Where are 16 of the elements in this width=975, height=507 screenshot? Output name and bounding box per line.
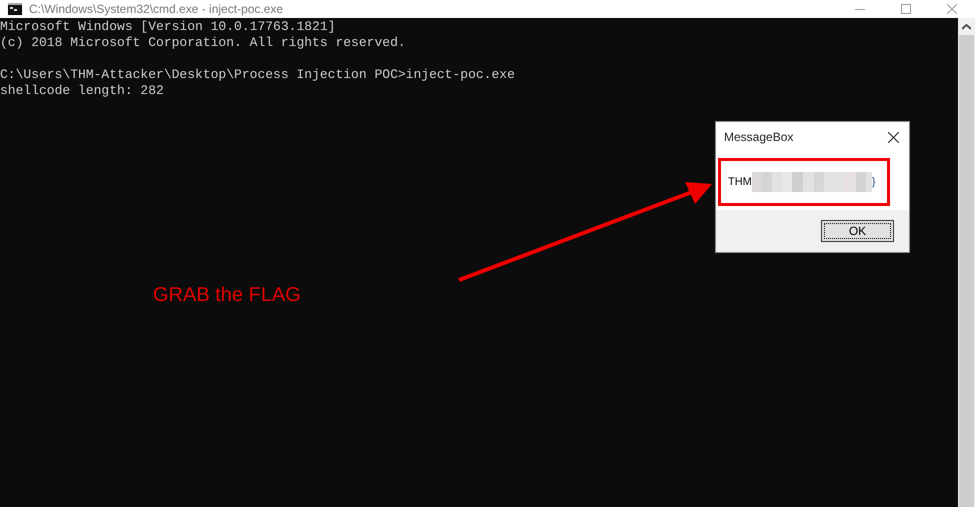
- window-title: C:\Windows\System32\cmd.exe - inject-poc.exe: [29, 3, 284, 15]
- annotation-text: GRAB the FLAG: [153, 283, 301, 308]
- maximize-icon: [901, 4, 911, 14]
- console-line: C:\Users\THM-Attacker\Desktop\Process Injection POC>inject-poc.exe: [0, 67, 515, 82]
- console-app-icon: [8, 3, 22, 15]
- scroll-up-icon[interactable]: [962, 24, 971, 30]
- message-text: }: [872, 174, 876, 190]
- ok-button[interactable]: OK: [821, 220, 894, 242]
- console-line: shellcode length: 282: [0, 83, 164, 98]
- close-icon[interactable]: [888, 132, 899, 142]
- console-line: (c) 2018 Microsoft Corporation. All rights reserved.: [0, 35, 406, 50]
- dialog-title: MessageBox: [724, 129, 794, 146]
- minimize-icon: [855, 8, 865, 10]
- close-icon: [947, 4, 957, 14]
- console-line: Microsoft Windows [Version 10.0.17763.1821]: [0, 19, 336, 34]
- message-text: THM: [728, 174, 752, 190]
